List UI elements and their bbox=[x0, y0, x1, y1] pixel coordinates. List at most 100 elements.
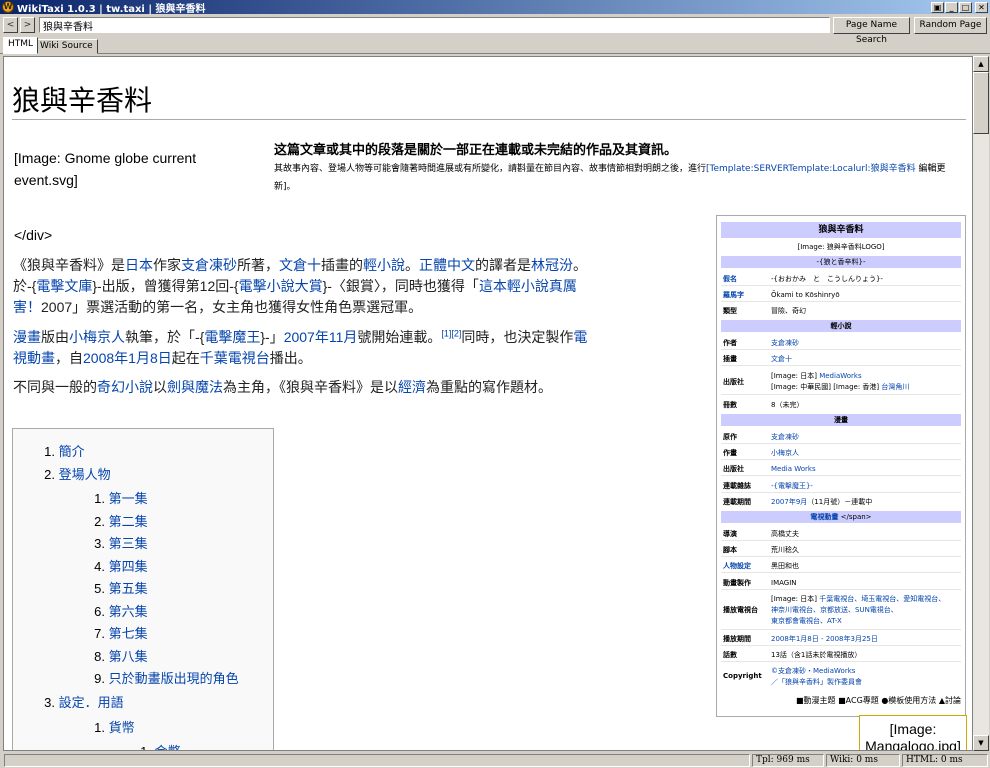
link-manga-artist[interactable]: 小梅京人 bbox=[69, 329, 125, 345]
toc-item[interactable]: 6. 第六集 bbox=[83, 601, 147, 620]
table-of-contents: 1. 簡介 2. 登場人物 1. 第一集 2. 第二集 3. 第三集 4. 第四… bbox=[12, 428, 274, 750]
window-controls: ▣ _ □ ✕ bbox=[931, 1, 988, 13]
text: 作家 bbox=[153, 257, 181, 273]
infobox-section-manga[interactable]: 漫畫 bbox=[721, 414, 961, 426]
toc-item[interactable]: 1. 簡介 bbox=[37, 441, 84, 460]
text: 所著， bbox=[237, 257, 279, 273]
link-chiba-tv[interactable]: 千葉電視台 bbox=[200, 350, 270, 366]
status-wiki-time: Wiki: 0 ms bbox=[826, 754, 900, 767]
link-economics[interactable]: 經濟 bbox=[398, 379, 426, 395]
link-manga[interactable]: 漫畫 bbox=[13, 329, 41, 345]
page-name-input[interactable] bbox=[39, 17, 830, 33]
link-year-2008[interactable]: 2008年 bbox=[83, 350, 128, 366]
link-fantasy-novel[interactable]: 奇幻小說 bbox=[97, 379, 153, 395]
status-html-time: HTML: 0 ms bbox=[902, 754, 988, 767]
text: 。 bbox=[405, 257, 419, 273]
title-bar: W WikiTaxi 1.0.3 | tw.taxi | 狼與辛香料 ▣ _ □… bbox=[0, 0, 990, 15]
toc-item[interactable]: 7. 第七集 bbox=[83, 623, 147, 642]
close-icon[interactable]: ✕ bbox=[975, 1, 988, 13]
window-title: WikiTaxi 1.0.3 | tw.taxi | 狼與辛香料 bbox=[17, 3, 206, 15]
status-bar: Tpl: 969 ms Wiki: 0 ms HTML: 0 ms bbox=[0, 753, 990, 768]
toc-item[interactable]: 2. 第二集 bbox=[83, 511, 147, 530]
tab-html[interactable]: HTML bbox=[3, 37, 39, 54]
text: 2007」票選活動的第一名，女主角也獲得女性角色票選冠軍。 bbox=[41, 299, 423, 315]
toc-item[interactable]: 1. 金幣 bbox=[129, 741, 180, 750]
infobox: 狼與辛香料 [Image: 狼與辛香料LOGO] -{狼と香辛料}- 假名 -{お… bbox=[716, 215, 966, 717]
text: 以 bbox=[153, 379, 167, 395]
manga-logo-image-placeholder: [Image: Mangalogo.jpg] bbox=[859, 715, 967, 750]
infobox-title: 狼與辛香料 bbox=[721, 222, 961, 238]
page-name-search-button[interactable]: Page Name Search bbox=[833, 17, 910, 45]
text: 為重點的寫作題材。 bbox=[426, 379, 552, 395]
toc-item[interactable]: 1. 貨幣 bbox=[83, 717, 134, 736]
infobox-logo: [Image: 狼與辛香料LOGO] bbox=[797, 243, 885, 251]
tab-wiki-source[interactable]: Wiki Source bbox=[35, 39, 98, 54]
page-title: 狼與辛香料 bbox=[12, 84, 153, 117]
wikitaxi-app-icon[interactable]: W bbox=[2, 1, 14, 13]
toc-item[interactable]: 2. 登場人物 bbox=[37, 464, 110, 483]
link-japan[interactable]: 日本 bbox=[125, 257, 153, 273]
toc-item[interactable]: 1. 第一集 bbox=[83, 488, 147, 507]
notice-text-part: 其故事內容、登場人物等可能會隨著時間進展或有所變化，請斟量在節目內容、故事情節相… bbox=[274, 164, 707, 174]
toc-item[interactable]: 4. 第四集 bbox=[83, 556, 147, 575]
text: 號開始連載。 bbox=[357, 329, 442, 345]
toc-item[interactable]: 3. 設定．用語 bbox=[37, 692, 123, 711]
current-event-image-caption: [Image: Gnome globe current event.svg] bbox=[14, 150, 197, 188]
article-view: 狼與辛香料 [Image: Gnome globe current event.… bbox=[3, 56, 973, 751]
status-main bbox=[4, 754, 750, 767]
link-dengeki-bunko[interactable]: 電擊文庫 bbox=[36, 278, 92, 294]
maximize-icon[interactable]: □ bbox=[959, 1, 972, 13]
infobox-subtitle: -{狼と香辛料}- bbox=[721, 256, 961, 268]
media-paragraph: 漫畫版由小梅京人執筆，於「-{電擊魔王}-」2007年11月號開始連載。[1][… bbox=[13, 327, 593, 369]
link-year-2007[interactable]: 2007年 bbox=[284, 329, 329, 345]
notice-template-link[interactable]: [Template:SERVERTemplate:Localurl:狼與辛香料 bbox=[706, 164, 916, 174]
back-button[interactable]: < bbox=[3, 17, 18, 33]
text: 的譯者是 bbox=[475, 257, 531, 273]
wikitaxi-window: W WikiTaxi 1.0.3 | tw.taxi | 狼與辛香料 ▣ _ □… bbox=[0, 0, 990, 768]
link-november[interactable]: 11月 bbox=[329, 329, 358, 345]
intro-paragraph: 《狼與辛香料》是日本作家支倉凍砂所著，文倉十插畫的輕小說。正體中文的譯者是林冠汾… bbox=[13, 255, 593, 318]
notice-text: 其故事內容、登場人物等可能會隨著時間進展或有所變化，請斟量在節目內容、故事情節相… bbox=[274, 160, 964, 196]
title-divider bbox=[12, 119, 966, 120]
text: 版由 bbox=[41, 329, 69, 345]
notice-title: 这篇文章或其中的段落是關於一部正在連載或未完結的作品及其資訊。 bbox=[274, 143, 678, 158]
infobox-section-novel[interactable]: 輕小說 bbox=[721, 320, 961, 332]
infobox-section-anime: 電視動畫 </span> bbox=[721, 511, 961, 523]
theme-paragraph: 不同與一般的奇幻小說以劍與魔法為主角，《狼與辛香料》是以經濟為重點的寫作題材。 bbox=[13, 377, 593, 398]
text: 不同與一般的 bbox=[13, 379, 97, 395]
text: }-〈銀賞〉，同時也獲得「 bbox=[322, 278, 479, 294]
link-translator[interactable]: 林冠汾 bbox=[531, 257, 573, 273]
toc-item[interactable]: 3. 第三集 bbox=[83, 533, 147, 552]
minimize-icon[interactable]: _ bbox=[945, 1, 958, 13]
link-traditional-chinese[interactable]: 正體中文 bbox=[419, 257, 475, 273]
text: 執筆，於「-{ bbox=[125, 329, 205, 345]
view-tabs: HTML Wiki Source bbox=[0, 37, 990, 54]
toc-item[interactable]: 8. 第八集 bbox=[83, 646, 147, 665]
random-page-button[interactable]: Random Page bbox=[914, 17, 987, 34]
link-light-novel[interactable]: 輕小說 bbox=[363, 257, 405, 273]
link-author[interactable]: 支倉凍砂 bbox=[181, 257, 237, 273]
toc-item[interactable]: 9. 只於動畫版出現的角色 bbox=[83, 668, 238, 687]
link-sword-and-sorcery[interactable]: 劍與魔法 bbox=[167, 379, 223, 395]
infobox-footer-links[interactable]: ■動漫主題 ■ACG專題 ●模板使用方法 ▲討論 bbox=[721, 695, 961, 706]
link-dengeki-novel-prize[interactable]: 電擊小說大賞 bbox=[239, 278, 323, 294]
toolbar: < > Page Name Search Random Page bbox=[0, 14, 990, 45]
stray-div-text: </div> bbox=[14, 227, 53, 243]
forward-button[interactable]: > bbox=[20, 17, 35, 33]
text: 《狼與辛香料》是 bbox=[13, 257, 125, 273]
text: 同時，也決定製作 bbox=[461, 329, 574, 345]
text: }-」 bbox=[260, 329, 284, 345]
restore-icon[interactable]: ▣ bbox=[931, 1, 944, 13]
scroll-down-icon[interactable]: ▼ bbox=[973, 735, 989, 751]
toc-item[interactable]: 5. 第五集 bbox=[83, 578, 147, 597]
reference-links[interactable]: [1][2] bbox=[441, 328, 461, 338]
text: 起在 bbox=[171, 350, 200, 366]
text: 為主角，《狼與辛香料》是以 bbox=[223, 379, 398, 395]
link-dengeki-maoh[interactable]: 電擊魔王 bbox=[204, 329, 260, 345]
scroll-up-icon[interactable]: ▲ bbox=[973, 56, 989, 72]
link-illustrator[interactable]: 文倉十 bbox=[279, 257, 321, 273]
link-january-8[interactable]: 1月8日 bbox=[128, 350, 172, 366]
scrollbar-thumb[interactable] bbox=[973, 72, 989, 134]
vertical-scrollbar[interactable]: ▲ ▼ bbox=[973, 56, 989, 751]
text: ，自 bbox=[55, 350, 83, 366]
